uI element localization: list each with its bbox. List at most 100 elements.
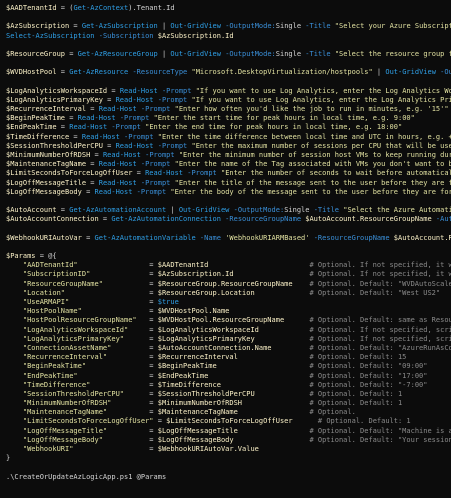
- variable: $LimitSecondsToForceLogOffUser: [6, 169, 133, 178]
- params-value: $AutoAccountConnection.Name: [157, 343, 272, 352]
- parameter: -Prompt: [140, 105, 171, 114]
- string: "Enter the number of seconds to wait bef…: [220, 169, 451, 178]
- params-assign: =: [77, 261, 158, 270]
- params-value: $MaintenanceTagName: [157, 408, 238, 417]
- variable: $WebhookURIAutoVar: [6, 233, 82, 242]
- params-key: "LogAnalyticsWorkspaceId": [22, 325, 129, 334]
- member-access: ).Tenant.Id: [128, 4, 175, 12]
- params-key: "LogAnalyticsPrimaryKey": [22, 334, 125, 343]
- string: "If you want to use Log Analytics, enter…: [191, 95, 451, 104]
- string: "Enter the minimum number of session hos…: [178, 151, 451, 159]
- params-entry: "UseARMAPI" = $true: [0, 298, 451, 307]
- params-entry: "MinimumNumberOfRDSH" = $MinimumNumberOf…: [0, 399, 451, 408]
- params-entry: "TimeDifference" = $TimeDifference # Opt…: [0, 381, 451, 390]
- cmdlet: Get-AzSubscription: [81, 22, 158, 31]
- params-assign: =: [136, 316, 158, 325]
- comment-gap: [259, 326, 310, 334]
- script-path: .\CreateOrUpdateAzLogicApp.ps1: [6, 472, 133, 481]
- cmdlet: Get-AzResource: [69, 68, 129, 77]
- variable: $MinimumNumberOfRDSH: [6, 151, 91, 159]
- params-assign: =: [107, 408, 158, 417]
- code-line-read-host: $LogAnalyticsPrimaryKey = Read-Host -Pro…: [0, 96, 451, 105]
- code-line-hostpool: $WVDHostPool = Get-AzResource -ResourceT…: [0, 68, 451, 77]
- string: "If you want to use Log Analytics, enter…: [195, 86, 451, 95]
- operator: =: [107, 86, 120, 95]
- params-entry: "SessionThresholdPerCPU" = $SessionThres…: [0, 390, 451, 399]
- parameter: -Prompt: [111, 123, 141, 132]
- parameter: -Prompt: [157, 95, 188, 104]
- params-comment: # Optional. If not specified, it w: [309, 261, 451, 270]
- params-entry: "AADTenantId" = $AADTenantId # Optional.…: [0, 261, 451, 270]
- cmdlet: Read-Host: [115, 141, 154, 150]
- variable: $ResourceGroup: [6, 49, 66, 58]
- parameter: -Prompt: [140, 160, 171, 169]
- code-line-read-host: $MaintenanceTagName = Read-Host -Prompt …: [0, 160, 451, 169]
- params-assign: =: [102, 435, 158, 444]
- comment-gap: [255, 390, 310, 398]
- powershell-script-editor[interactable]: $AADTenantId = (Get-AzContext).Tenant.Id…: [0, 0, 451, 498]
- operator: =: [81, 187, 95, 196]
- params-assign: =: [111, 399, 158, 408]
- parameter: -OutputMode:: [233, 206, 285, 215]
- params-value: $AzSubscription.Id: [157, 270, 234, 279]
- argument: Single: [284, 206, 310, 215]
- params-value: $BeginPeakTime: [157, 362, 217, 371]
- comment-gap: [242, 399, 309, 407]
- code-line-params-close: }: [0, 454, 451, 463]
- params-key: "LimitSecondsToForceLogOffUser": [22, 417, 154, 426]
- variable: $AzSubscription.Id: [157, 31, 234, 40]
- params-comment: # Optional. Default: "Machine is a: [309, 426, 451, 435]
- operator: = @{: [35, 252, 57, 261]
- params-key: "HostPoolResourceGroupName": [22, 316, 137, 325]
- params-entry: "HostPoolResourceGroupName" = $WVDHostPo…: [0, 316, 451, 325]
- params-comment: # Optional. If not specified, scri: [309, 325, 451, 334]
- operator: =: [132, 169, 146, 178]
- pipe: |: [166, 206, 179, 215]
- code-line-automation-account: $AutoAccount = Get-AzAutomationAccount |…: [0, 206, 451, 215]
- cmdlet: Read-Host: [77, 114, 116, 123]
- variable: $EndPeakTime: [6, 123, 57, 132]
- operator: =: [102, 141, 116, 150]
- variable: $AutoAccount.ResourceGr: [393, 233, 451, 242]
- params-assign: =: [107, 426, 158, 435]
- code-line-read-host: $LogOffMessageBody = Read-Host -Prompt "…: [0, 188, 451, 197]
- params-key: "ConnectionAssetName": [22, 343, 112, 352]
- params-entry: "SubscriptionID" = $AzSubscription.Id # …: [0, 270, 451, 279]
- comment-gap: [208, 372, 309, 380]
- params-value: $LimitSecondsToForceLogOffUser: [166, 417, 293, 426]
- parameter: -Title: [313, 206, 340, 215]
- cmdlet: Read-Host: [94, 187, 133, 196]
- comment-gap: [238, 427, 310, 435]
- params-key: "TimeDifference": [22, 380, 91, 389]
- operator: =: [56, 206, 70, 215]
- params-comment: # Optional. Default: same as Resou: [309, 316, 451, 325]
- params-key: "SubscriptionID": [22, 270, 91, 279]
- params-key: "SessionThresholdPerCPU": [22, 389, 125, 398]
- parameter: -Subscription: [98, 31, 154, 40]
- code-line-read-host: $MinimumNumberOfRDSH = Read-Host -Prompt…: [0, 151, 451, 160]
- string: "Enter the end time for peak hours in lo…: [145, 123, 403, 132]
- parameter: -Title: [305, 22, 331, 31]
- params-assign: =: [111, 343, 158, 352]
- variable: $LogAnalyticsWorkspaceId: [6, 86, 108, 95]
- code-line-read-host: $EndPeakTime = Read-Host -Prompt "Enter …: [0, 123, 451, 132]
- parameter: -Prompt: [124, 132, 154, 141]
- code-line-read-host: $LogAnalyticsWorkspaceId = Read-Host -Pr…: [0, 87, 451, 96]
- params-entry: "LogAnalyticsPrimaryKey" = $LogAnalytics…: [0, 335, 451, 344]
- params-entry: "BeginPeakTime" = $BeginPeakTime # Optio…: [0, 362, 451, 371]
- params-value: $MinimumNumberOfRDSH: [157, 399, 243, 408]
- params-value: $ResourceGroup.ResourceGroupName: [157, 279, 293, 288]
- code-line-read-host: $TimeDifference = Read-Host -Prompt "Ent…: [0, 133, 451, 142]
- params-value: $WVDHostPool.Name: [157, 307, 230, 316]
- code-line-webhook: $WebhookURIAutoVar = Get-AzAutomationVar…: [0, 234, 451, 243]
- parameter: -Prompt: [161, 86, 192, 95]
- params-assign: =: [128, 325, 158, 334]
- params-comment: # Optional. Default: "09:00": [309, 362, 428, 371]
